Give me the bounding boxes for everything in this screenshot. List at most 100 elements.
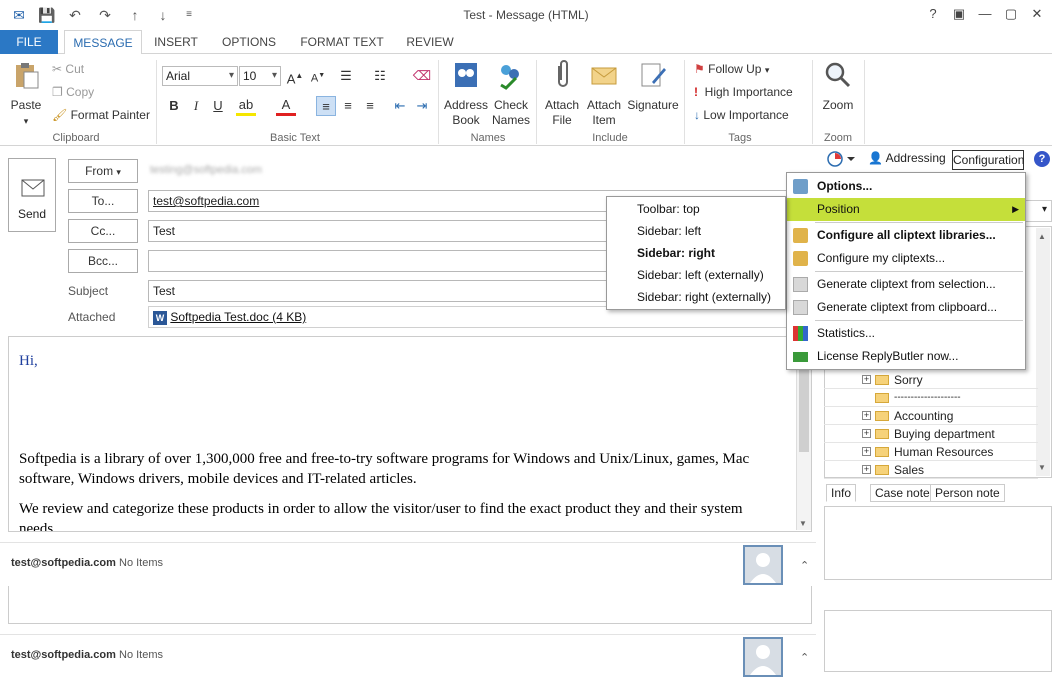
tab-options[interactable]: OPTIONS [214,30,284,54]
font-size-select[interactable]: 10 [239,66,281,86]
tab-case-note[interactable]: Case note [870,484,935,502]
check-names-label: Check Names [491,98,530,127]
menu-item-from-clipboard[interactable]: Generate cliptext from clipboard... [787,296,1025,319]
grow-font-icon[interactable]: A▲ [285,66,305,86]
to-button[interactable]: To... [68,189,138,213]
tab-insert[interactable]: INSERT [148,30,204,54]
follow-up-button[interactable]: ⚑ Follow Up ▾ [694,62,769,76]
highlight-icon[interactable]: ab [236,96,256,116]
tree-scrollbar[interactable]: ▲ ▼ [1036,228,1050,476]
attach-item-button[interactable]: Attach Item [584,60,624,128]
cc-button[interactable]: Cc... [68,219,138,243]
cut-label: Cut [65,62,85,76]
zoom-label: Zoom [822,98,854,112]
low-importance-label: Low Importance [703,108,789,122]
submenu-item-sidebar-right[interactable]: Sidebar: right [607,242,785,264]
increase-indent-icon[interactable]: ⇥ [412,96,432,116]
decrease-indent-icon[interactable]: ⇤ [390,96,410,116]
subject-label: Subject [68,284,109,298]
expand-icon[interactable]: + [862,447,871,456]
folder-icon [875,465,889,475]
ribbon-display-icon[interactable]: ▣ [946,4,972,24]
clear-formatting-icon[interactable]: ⌫ [412,66,432,86]
collapse-chevron-icon[interactable]: ⌃ [800,559,809,572]
tree-item[interactable]: + Sales [824,461,1038,479]
format-painter-button[interactable]: 🖌 Format Painter [52,108,150,122]
folder-icon [875,411,889,421]
menu-item-configure-mine[interactable]: Configure my cliptexts... [787,247,1025,270]
submenu-item-toolbar-top[interactable]: Toolbar: top [607,198,785,220]
replybutler-clock-icon[interactable] [826,150,856,168]
numbering-icon[interactable]: ☷ [370,66,390,86]
group-divider [536,60,537,144]
submenu-item-sidebar-left[interactable]: Sidebar: left [607,220,785,242]
maximize-button[interactable]: ▢ [998,4,1024,24]
submenu-item-sidebar-left-external[interactable]: Sidebar: left (externally) [607,264,785,286]
menu-item-position[interactable]: Position ▶ [787,198,1025,221]
menu-item-statistics[interactable]: Statistics... [787,322,1025,345]
message-body[interactable]: Hi, Softpedia is a library of over 1,300… [8,336,812,532]
close-button[interactable]: ✕ [1024,4,1050,24]
bold-button[interactable]: B [164,96,184,116]
font-color-icon[interactable]: A [276,96,296,116]
shrink-font-icon[interactable]: A▼ [308,66,328,86]
flag-icon: ⚑ [694,62,705,76]
menu-item-options[interactable]: Options... [787,175,1025,198]
expand-icon[interactable]: + [862,465,871,474]
menu-item-configure-all[interactable]: Configure all cliptext libraries... [787,224,1025,247]
scroll-down-icon[interactable]: ▼ [799,519,807,528]
expand-icon[interactable]: + [862,429,871,438]
menu-item-license[interactable]: License ReplyButler now... [787,345,1025,368]
tab-review[interactable]: REVIEW [398,30,462,54]
zoom-button[interactable]: Zoom [818,60,858,113]
tree-item[interactable]: + Buying department [824,425,1038,443]
tree-item[interactable]: -------------------- [824,389,1038,407]
help-icon[interactable]: ? [1034,151,1050,167]
group-divider [156,60,157,144]
info-panel [824,506,1052,580]
attachment-link[interactable]: Softpedia Test.doc (4 KB) [170,310,306,324]
tab-format-text[interactable]: FORMAT TEXT [294,30,390,54]
high-importance-button[interactable]: ! High Importance [694,85,793,99]
tab-info[interactable]: Info [826,484,857,502]
addressing-button[interactable]: 👤 Addressing [868,151,946,165]
help-icon[interactable]: ? [920,4,946,24]
address-book-button[interactable]: Address Book [442,60,490,128]
tab-message[interactable]: MESSAGE [64,30,142,55]
signature-button[interactable]: Signature [626,60,680,113]
italic-button[interactable]: I [186,96,206,116]
attach-file-button[interactable]: Attach File [540,60,584,128]
menu-item-from-selection[interactable]: Generate cliptext from selection... [787,273,1025,296]
copy-button[interactable]: ❐ Copy [52,85,94,99]
tree-item[interactable]: + Accounting [824,407,1038,425]
tree-item[interactable]: + Human Resources [824,443,1038,461]
configuration-button[interactable]: Configuration [952,150,1024,170]
bcc-button[interactable]: Bcc... [68,249,138,273]
minimize-button[interactable]: — [972,4,998,24]
low-importance-button[interactable]: ↓ Low Importance [694,108,789,122]
send-button[interactable]: Send [8,158,56,232]
expand-icon[interactable]: + [862,411,871,420]
zoom-group-label: Zoom [823,132,853,144]
cut-button[interactable]: ✂ Cut [52,62,84,76]
paste-icon [16,63,39,89]
underline-button[interactable]: U [208,96,228,116]
from-button[interactable]: From ▾ [68,159,138,183]
expand-icon[interactable]: + [862,375,871,384]
collapse-chevron-icon[interactable]: ⌃ [800,651,809,664]
tree-item[interactable]: + Sorry [824,371,1038,389]
menu-separator [815,271,1023,272]
check-names-button[interactable]: Check Names [490,60,532,128]
align-right-icon[interactable]: ≡ [360,96,380,116]
bullets-icon[interactable]: ☰ [336,66,356,86]
tab-person-note[interactable]: Person note [930,484,1005,502]
paste-button[interactable]: Paste ▾ [6,60,46,129]
submenu-item-sidebar-right-external[interactable]: Sidebar: right (externally) [607,286,785,308]
align-left-icon[interactable]: ≡ [316,96,336,116]
menu-item-label: Statistics... [817,326,876,340]
font-family-select[interactable]: Arial [162,66,238,86]
avatar[interactable] [743,637,783,677]
align-center-icon[interactable]: ≡ [338,96,358,116]
tab-file[interactable]: FILE [0,30,58,54]
avatar[interactable] [743,545,783,585]
